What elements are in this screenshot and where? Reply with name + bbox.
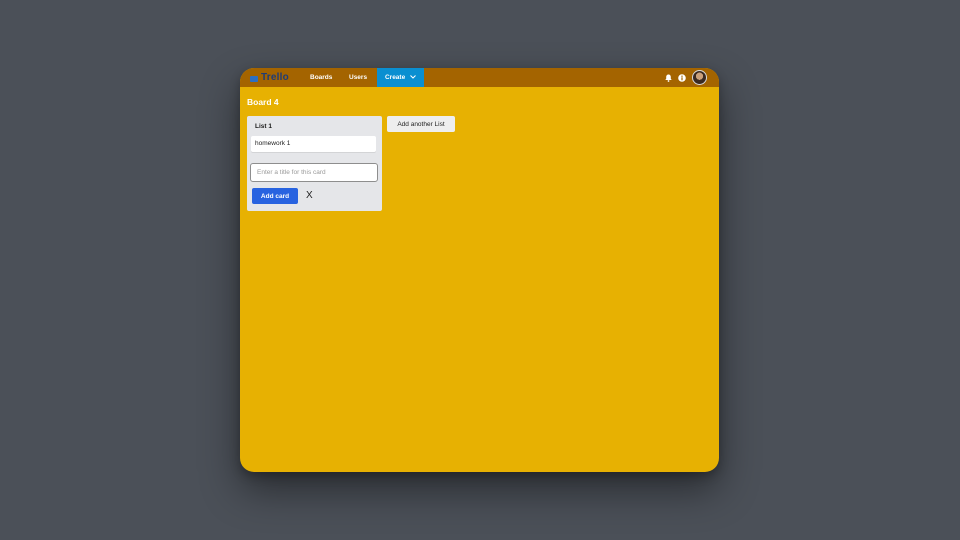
nav-create-button[interactable]: Create (377, 68, 424, 87)
list-card[interactable]: homework 1 (251, 136, 376, 152)
add-card-button[interactable]: Add card (252, 188, 298, 204)
user-avatar[interactable] (692, 70, 707, 85)
chevron-down-icon (410, 68, 416, 87)
close-composer-icon[interactable]: X (306, 189, 313, 203)
list-column: List 1 homework 1 Add card X (247, 116, 382, 211)
app-window: Trello Boards Users Create Board 4 List … (240, 68, 719, 472)
nav-users-link[interactable]: Users (349, 68, 367, 87)
add-list-button[interactable]: Add another List (387, 116, 455, 132)
nav-boards-link[interactable]: Boards (310, 68, 332, 87)
trello-board-icon (250, 75, 258, 82)
card-title-input[interactable] (250, 163, 378, 182)
app-logo-text: Trello (261, 72, 289, 83)
list-title[interactable]: List 1 (255, 123, 272, 130)
board-title: Board 4 (247, 97, 279, 107)
nav-create-label: Create (384, 74, 406, 82)
info-icon[interactable] (678, 73, 686, 82)
top-navbar: Trello Boards Users Create (240, 68, 719, 87)
topbar-actions (665, 68, 707, 87)
bell-icon[interactable] (665, 74, 672, 82)
app-logo[interactable]: Trello (250, 71, 289, 84)
